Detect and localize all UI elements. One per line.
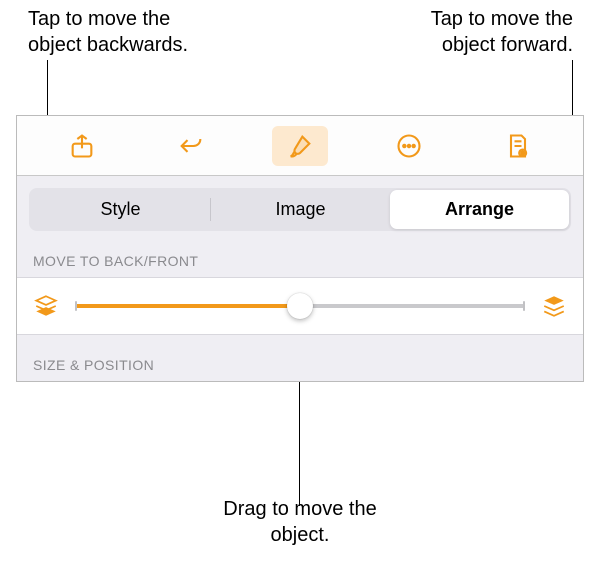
undo-button[interactable]	[163, 126, 219, 166]
more-button[interactable]	[381, 126, 437, 166]
format-button[interactable]	[272, 126, 328, 166]
layer-order-slider[interactable]	[75, 292, 525, 320]
slider-knob[interactable]	[287, 293, 313, 319]
tab-image[interactable]: Image	[211, 190, 390, 229]
slider-tick	[523, 301, 525, 311]
move-backward-button[interactable]	[31, 291, 61, 321]
format-panel: Style Image Arrange	[17, 176, 583, 231]
section-header-size: SIZE & POSITION	[17, 335, 583, 381]
tab-bar: Style Image Arrange	[29, 188, 571, 231]
undo-icon	[177, 132, 205, 160]
callout-drag: Drag to move the object.	[210, 496, 390, 548]
slider-tick	[75, 301, 77, 311]
toolbar	[17, 116, 583, 176]
arrange-panel: MOVE TO BACK/FRONT	[17, 231, 583, 381]
tab-arrange[interactable]: Arrange	[390, 190, 569, 229]
layers-front-icon	[541, 293, 567, 319]
layer-order-row	[17, 277, 583, 335]
paintbrush-icon	[286, 132, 314, 160]
share-icon	[68, 132, 96, 160]
share-button[interactable]	[54, 126, 110, 166]
slider-fill	[75, 304, 300, 308]
layers-back-icon	[33, 293, 59, 319]
section-header-move: MOVE TO BACK/FRONT	[17, 231, 583, 277]
read-mode-icon	[504, 132, 532, 160]
tab-style[interactable]: Style	[31, 190, 210, 229]
callout-forward: Tap to move the object forward.	[373, 6, 573, 58]
move-forward-button[interactable]	[539, 291, 569, 321]
callout-backward: Tap to move the object backwards.	[28, 6, 228, 58]
read-mode-button[interactable]	[490, 126, 546, 166]
more-icon	[395, 132, 423, 160]
app-frame: Style Image Arrange MOVE TO BACK/FRONT	[16, 115, 584, 382]
